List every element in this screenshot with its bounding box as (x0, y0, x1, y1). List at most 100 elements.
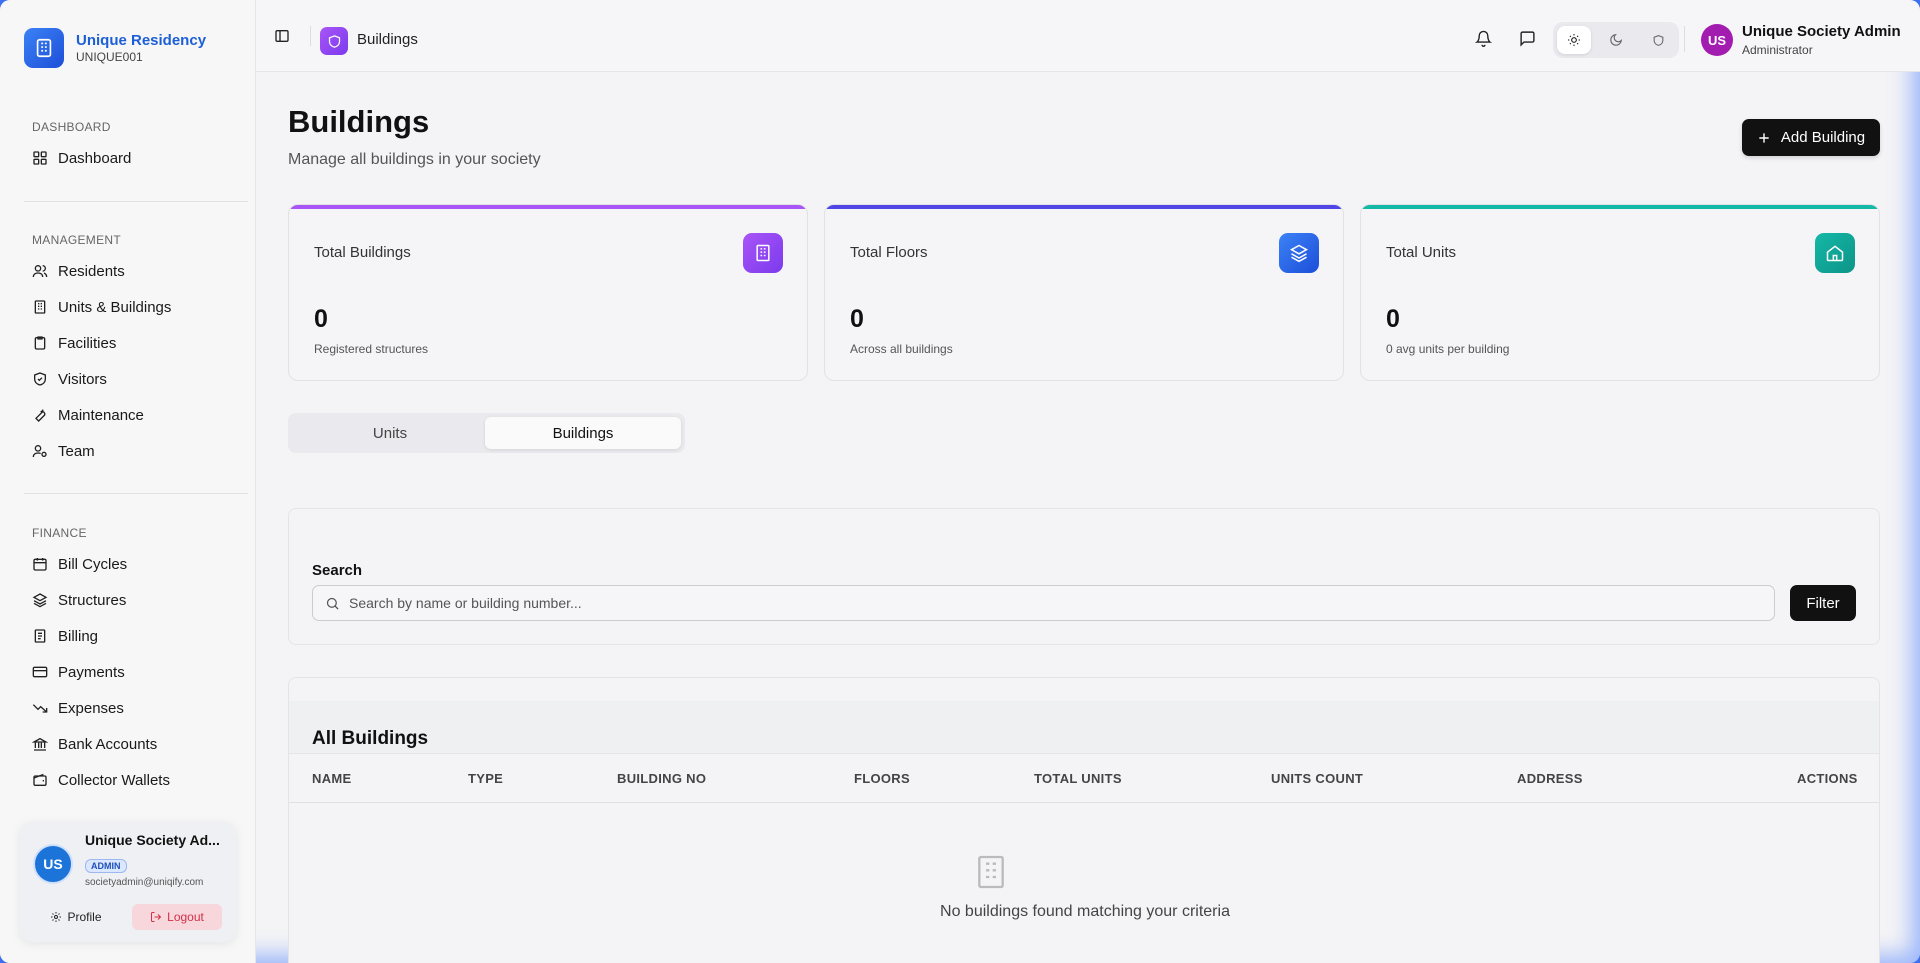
profile-label: Profile (67, 910, 102, 924)
gear-icon (51, 912, 62, 922)
sun-icon (1568, 34, 1580, 46)
sidebar-item-label: Payments (58, 663, 125, 681)
column-header-units-count[interactable]: UNITS COUNT (1271, 771, 1363, 786)
light-theme-button[interactable] (1557, 26, 1591, 54)
stat-card-total-floors: Total Floors 0 Across all buildings (824, 204, 1344, 381)
sidebar-item-residents[interactable]: Residents (0, 253, 256, 289)
nav-heading: FINANCE (32, 526, 87, 540)
stat-note: 0 avg units per building (1386, 342, 1510, 356)
sidebar-divider (24, 201, 248, 202)
sidebar-item-structures[interactable]: Structures (0, 582, 256, 618)
sidebar-item-payments[interactable]: Payments (0, 654, 256, 690)
topbar-user-name[interactable]: Unique Society Admin (1742, 23, 1901, 40)
layers-icon (1279, 233, 1319, 273)
stat-label: Total Buildings (314, 244, 411, 261)
sidebar-toggle-button[interactable] (274, 28, 290, 49)
sidebar-item-label: Units & Buildings (58, 298, 172, 316)
brand-name: Unique Residency (76, 31, 207, 49)
building-logo-icon (24, 28, 64, 68)
sidebar-item-bill-cycles[interactable]: Bill Cycles (0, 546, 256, 582)
tab-units[interactable]: Units (292, 417, 488, 449)
column-header-building-no[interactable]: BUILDING NO (617, 771, 706, 786)
user-card: US Unique Society Ad... ADMIN societyadm… (20, 822, 236, 942)
avatar[interactable]: US (1701, 24, 1733, 56)
role-badge: ADMIN (85, 859, 127, 873)
sidebar-item-label: Maintenance (58, 406, 144, 424)
notifications-button[interactable] (1474, 30, 1493, 52)
users-icon (32, 265, 48, 278)
stat-note: Registered structures (314, 342, 429, 356)
wrench-icon (35, 409, 46, 422)
column-header-floors[interactable]: FLOORS (854, 771, 910, 786)
column-header-type[interactable]: TYPE (468, 771, 503, 786)
sidebar-item-team[interactable]: Team (0, 433, 256, 469)
nav-heading: MANAGEMENT (32, 233, 122, 247)
column-header-address[interactable]: ADDRESS (1517, 771, 1583, 786)
user-email: societyadmin@uniqify.com (85, 877, 204, 888)
grid-icon (33, 151, 47, 165)
view-tabs: Units Buildings (288, 413, 685, 453)
moon-icon (1610, 33, 1623, 46)
stat-value: 0 (314, 305, 328, 333)
sidebar-item-label: Collector Wallets (58, 771, 170, 789)
calendar-icon (33, 558, 47, 571)
topbar-divider (1684, 26, 1685, 52)
sidebar-item-dashboard[interactable]: Dashboard (0, 140, 256, 176)
column-header-total-units[interactable]: TOTAL UNITS (1034, 771, 1122, 786)
sidebar-item-billing[interactable]: Billing (0, 618, 256, 654)
logout-icon (151, 912, 162, 922)
trending-down-icon (32, 704, 48, 713)
search-card: Search Filter (288, 508, 1880, 645)
building-icon (34, 300, 46, 314)
add-building-button[interactable]: Add Building (1742, 119, 1880, 156)
search-input[interactable] (349, 595, 1749, 611)
logout-label: Logout (167, 910, 204, 924)
sidebar-item-facilities[interactable]: Facilities (0, 325, 256, 361)
sidebar-toggle-icon (275, 30, 289, 42)
table-title: All Buildings (312, 728, 429, 749)
bank-icon (32, 737, 48, 751)
nav-section-dashboard: DASHBOARD Dashboard (0, 120, 256, 176)
layers-icon (32, 593, 48, 608)
sidebar-divider (24, 493, 248, 494)
sidebar-item-visitors[interactable]: Visitors (0, 361, 256, 397)
dark-theme-button[interactable] (1599, 26, 1633, 54)
filter-button[interactable]: Filter (1790, 585, 1856, 621)
system-theme-button[interactable] (1641, 26, 1675, 54)
sidebar-item-units-buildings[interactable]: Units & Buildings (0, 289, 256, 325)
sidebar-item-expenses[interactable]: Expenses (0, 690, 256, 726)
bell-icon (1474, 30, 1493, 47)
header-divider (289, 802, 1879, 803)
sidebar-item-label: Bank Accounts (58, 735, 158, 753)
topbar-user-role: Administrator (1742, 43, 1813, 57)
credit-card-icon (32, 666, 48, 678)
stat-label: Total Units (1386, 244, 1457, 261)
messages-button[interactable] (1519, 30, 1536, 52)
stat-accent-bar (825, 205, 1343, 209)
building-empty-icon (971, 852, 1011, 897)
search-field (312, 585, 1775, 621)
stat-value: 0 (1386, 305, 1400, 333)
breadcrumb: Buildings (357, 31, 418, 48)
stat-accent-bar (1361, 205, 1879, 209)
tab-buildings[interactable]: Buildings (485, 417, 681, 449)
building-icon (743, 233, 783, 273)
profile-button[interactable]: Profile (30, 904, 122, 930)
message-icon (1520, 31, 1535, 47)
topbar: Buildings US Unique Society Admin Admini… (256, 0, 1920, 72)
stat-note: Across all buildings (850, 342, 953, 356)
sidebar-item-bank-accounts[interactable]: Bank Accounts (0, 726, 256, 762)
sidebar-item-collector-wallets[interactable]: Collector Wallets (0, 762, 256, 798)
nav-heading: DASHBOARD (32, 120, 111, 134)
sidebar-item-maintenance[interactable]: Maintenance (0, 397, 256, 433)
search-label: Search (312, 562, 363, 579)
brand[interactable]: Unique Residency UNIQUE001 (24, 28, 206, 68)
avatar[interactable]: US (33, 844, 73, 884)
logout-button[interactable]: Logout (132, 904, 222, 930)
shield-icon (320, 27, 348, 55)
page-subtitle: Manage all buildings in your society (288, 151, 541, 168)
wallet-icon (33, 773, 47, 786)
sidebar-item-label: Residents (58, 262, 125, 280)
table-header-bar: All Buildings (289, 701, 1879, 754)
column-header-name[interactable]: NAME (312, 771, 351, 786)
